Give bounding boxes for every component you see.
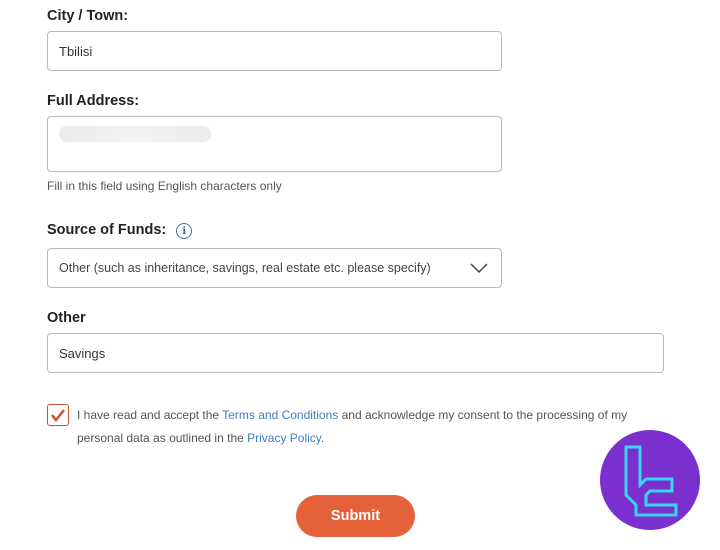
chevron-down-icon <box>470 263 488 274</box>
other-label: Other <box>47 310 86 326</box>
address-input[interactable] <box>47 116 502 172</box>
address-label: Full Address: <box>47 93 140 109</box>
city-label: City / Town: <box>47 8 129 24</box>
terms-link[interactable]: Terms and Conditions <box>222 408 338 422</box>
funds-label-text: Source of Funds: <box>47 222 167 238</box>
funds-label: Source of Funds: i <box>47 221 193 239</box>
logo-mark-icon <box>624 445 678 517</box>
consent-row: I have read and accept the Terms and Con… <box>47 404 647 450</box>
city-input-value: Tbilisi <box>59 43 93 59</box>
consent-text-part-3: . <box>320 431 325 445</box>
other-input[interactable]: Savings <box>47 333 664 373</box>
submit-button[interactable]: Submit <box>296 495 415 537</box>
consent-text: I have read and accept the Terms and Con… <box>77 404 647 450</box>
brand-logo <box>600 430 700 530</box>
city-input[interactable]: Tbilisi <box>47 31 502 71</box>
other-input-value: Savings <box>59 345 106 361</box>
funds-selected-value: Other (such as inheritance, savings, rea… <box>59 261 431 275</box>
redacted-address <box>59 126 211 142</box>
consent-checkbox[interactable] <box>47 404 69 426</box>
info-icon[interactable]: i <box>176 223 193 239</box>
address-help-text: Fill in this field using English charact… <box>47 179 282 193</box>
consent-text-part-1: I have read and accept the <box>77 408 223 422</box>
privacy-policy-link[interactable]: Privacy Policy <box>247 431 321 445</box>
check-icon <box>51 409 65 422</box>
funds-select[interactable]: Other (such as inheritance, savings, rea… <box>47 248 502 288</box>
